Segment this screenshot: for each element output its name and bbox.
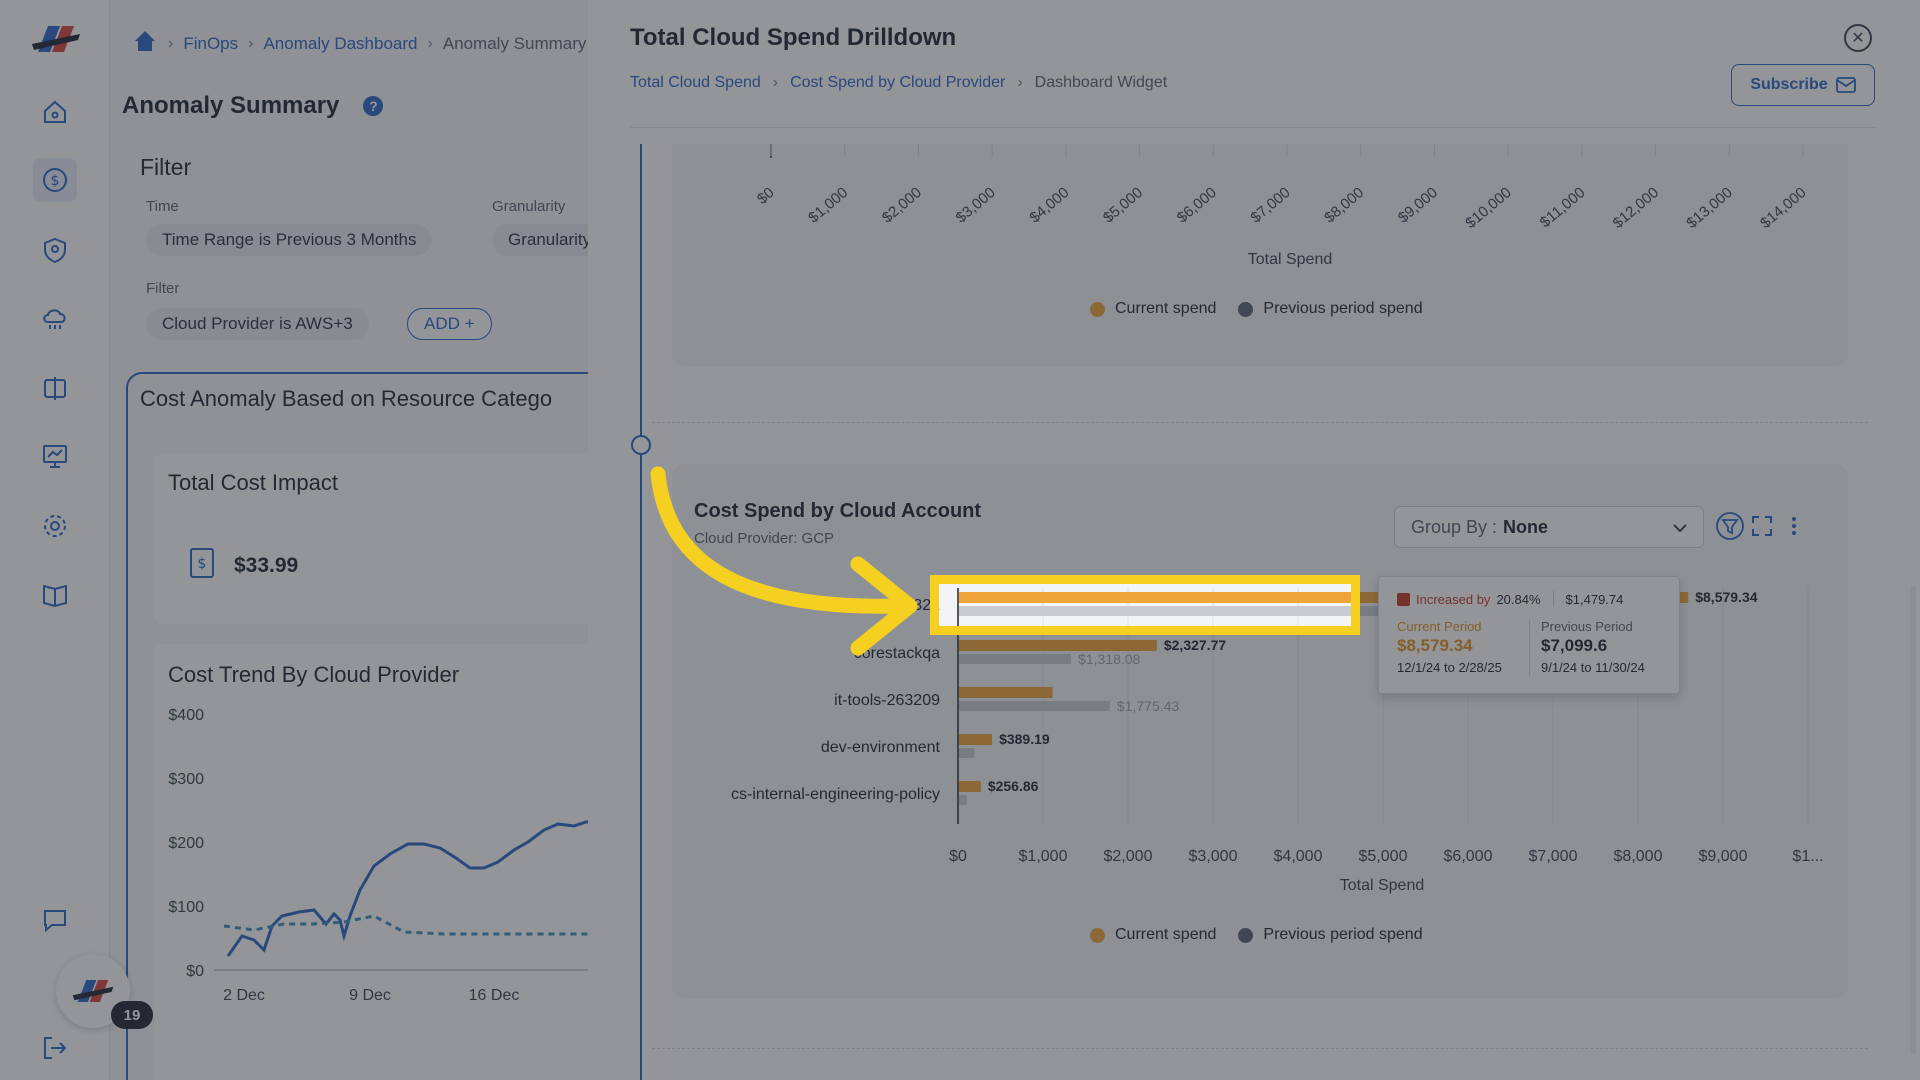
highlight-box [930, 575, 1360, 635]
focus-dim-bottom [588, 635, 1920, 1080]
drawer-scrollbar[interactable] [1910, 585, 1916, 1055]
curved-arrow-pointer [650, 466, 918, 656]
focus-dim-right [1360, 575, 1920, 635]
modal-backdrop[interactable] [0, 0, 588, 1080]
